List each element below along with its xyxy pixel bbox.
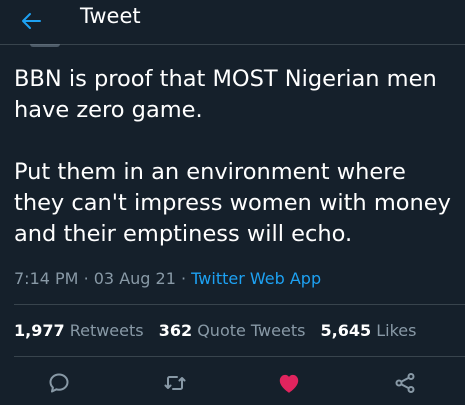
quotes-count: 362 — [158, 321, 193, 340]
quote-tweets-stat[interactable]: 362 Quote Tweets — [159, 321, 306, 340]
divider — [14, 304, 465, 305]
reply-button[interactable] — [44, 368, 74, 398]
likes-count: 5,645 — [320, 321, 372, 340]
reply-icon — [49, 373, 69, 393]
likes-label: Likes — [376, 321, 417, 340]
tweet-text: BBN is proof that MOST Nigerian men have… — [14, 66, 451, 247]
retweets-stat[interactable]: 1,977 Retweets — [14, 321, 144, 340]
retweets-label: Retweets — [69, 321, 144, 340]
share-button[interactable] — [390, 368, 420, 398]
retweet-button[interactable] — [160, 368, 190, 398]
divider — [14, 356, 465, 357]
tweet-date[interactable]: 03 Aug 21 — [94, 269, 176, 288]
like-button[interactable] — [274, 368, 304, 398]
meta-separator: · — [180, 269, 187, 288]
tweet-source-link[interactable]: Twitter Web App — [191, 269, 321, 288]
page-title: Tweet — [80, 4, 141, 28]
action-bar — [0, 362, 465, 402]
back-button[interactable] — [14, 4, 48, 38]
top-bar: Tweet — [0, 0, 465, 45]
meta-separator: · — [83, 269, 89, 288]
likes-stat[interactable]: 5,645 Likes — [321, 321, 417, 340]
heart-icon — [279, 374, 299, 393]
arrow-left-icon — [22, 13, 41, 29]
quotes-label: Quote Tweets — [197, 321, 306, 340]
share-icon — [395, 373, 415, 393]
tweet-time[interactable]: 7:14 PM — [14, 269, 78, 288]
tweet-meta: 7:14 PM · 03 Aug 21 · Twitter Web App — [14, 267, 321, 291]
tweet-stats: 1,977 Retweets 362 Quote Tweets 5,645 Li… — [14, 319, 426, 343]
retweet-icon — [164, 376, 186, 390]
retweets-count: 1,977 — [14, 321, 65, 340]
avatar[interactable] — [30, 44, 60, 47]
